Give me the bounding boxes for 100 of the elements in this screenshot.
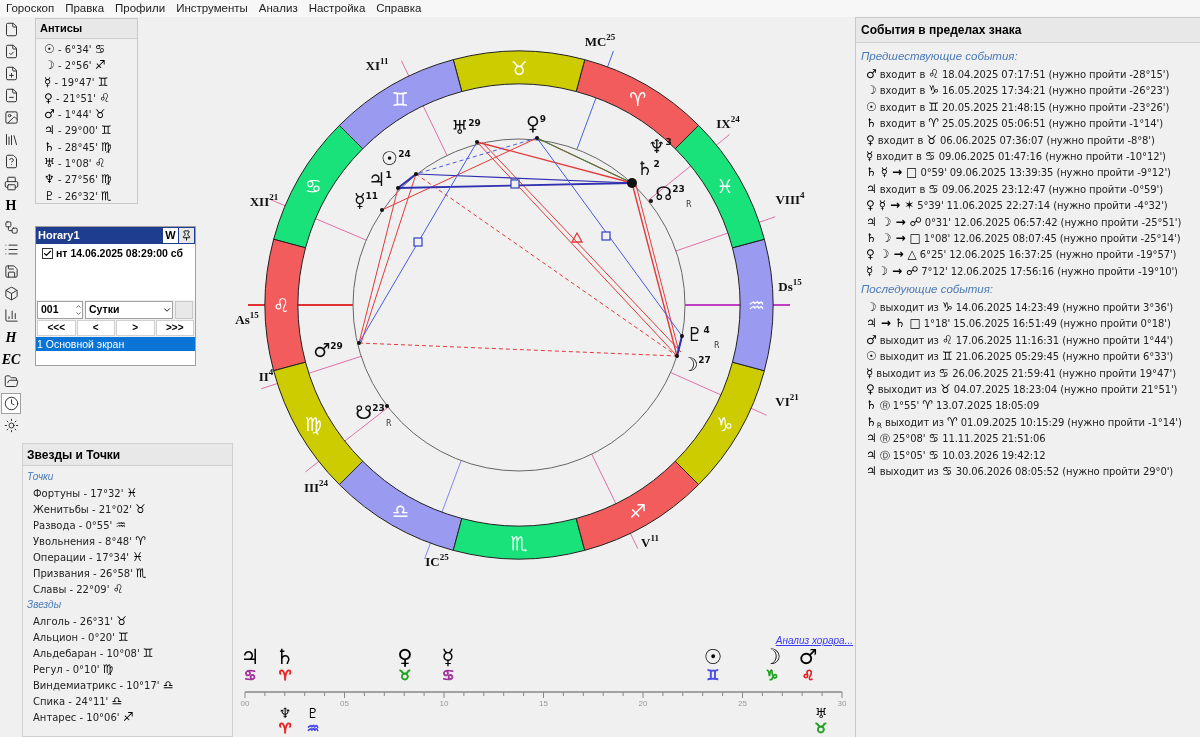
- antiscia-item: ☽ - 2°56' ♐: [44, 57, 107, 74]
- planet-label: ♆$^{3}$: [648, 135, 672, 157]
- tick-label: 05: [340, 698, 349, 710]
- zodiac-sign-glyph: ♒: [748, 294, 765, 316]
- zodiac-sign-glyph: ♓: [716, 175, 734, 198]
- sign-glyph: ♒: [306, 721, 320, 735]
- pin-button[interactable]: [179, 228, 194, 243]
- event-item: ♃ Ⓓ 15°05' ♋ 10.03.2026 19:42:12: [865, 446, 1047, 463]
- count-spinner[interactable]: 001: [37, 301, 83, 319]
- house-label: II$^{4}$: [258, 367, 274, 384]
- event-item: ♄ входит в ♈ 25.05.2025 05:06:51 (нужно пройти -1°14'): [865, 115, 1164, 132]
- planet-label: ♄$^{2}$: [636, 157, 660, 179]
- planet-glyph: ♇: [306, 706, 320, 721]
- toolbar-button[interactable]: [1, 393, 21, 414]
- antiscia-item: ♆ - 27°56' ♍: [44, 171, 113, 188]
- house-label: VI$^{21}$: [775, 392, 799, 409]
- planet-glyph: ♂: [798, 646, 818, 668]
- planet-label: ☊$^{23}$: [655, 182, 685, 204]
- planet-glyph: ☿: [441, 646, 455, 668]
- point-item: Славы - 22°09' ♌: [32, 581, 125, 597]
- file-plus-icon: [3, 66, 19, 81]
- nav-button[interactable]: <<<: [37, 320, 76, 336]
- sign-glyph: ♌: [801, 668, 815, 682]
- event-item: ♀ выходит из ♉ 04.07.2025 18:23:04 (нужно пройти 21°51'): [865, 381, 1179, 398]
- point-item: Антарес - 10°06' ♐: [32, 709, 135, 725]
- event-item: ♂ выходит из ♌ 17.06.2025 11:16:31 (нужно пройти 1°44'): [865, 331, 1175, 349]
- horary-title: Horary1: [37, 228, 81, 244]
- antiscia-item: ♀ - 21°51' ♌: [44, 89, 111, 107]
- section-heading: Точки: [27, 470, 55, 484]
- folder-icon: [3, 374, 19, 389]
- sign-glyph: ♉: [814, 721, 828, 735]
- panel-title: События в пределах знака: [856, 18, 1200, 43]
- printer-icon: [3, 176, 19, 191]
- planet-dot: [627, 178, 637, 188]
- zodiac-sign-glyph: ♐: [629, 499, 647, 522]
- nav-button[interactable]: <: [76, 320, 115, 336]
- house-label: XI$^{11}$: [365, 56, 389, 73]
- zodiac-sign-glyph: ♉: [510, 56, 528, 79]
- point-item: Спика - 24°11' ♎: [32, 693, 124, 709]
- nav-button[interactable]: >: [116, 320, 155, 336]
- w-button[interactable]: W: [163, 228, 178, 243]
- antiscia-item: ♄ - 28°45' ♍: [44, 138, 113, 156]
- point-item: Развода - 0°55' ♒: [32, 517, 128, 533]
- nav-button[interactable]: >>>: [155, 320, 194, 336]
- zodiac-sign-glyph: ♍: [304, 412, 322, 435]
- file-minus-icon: [3, 88, 19, 103]
- sign-glyph: ♉: [398, 668, 412, 682]
- house-label: As$^{15}$: [235, 310, 259, 327]
- event-item: ♄$_{R}$ выходит из ♈ 01.09.2025 10:15:29 (нужно пройти -1°14'): [865, 413, 1183, 431]
- menu-item[interactable]: Инструменты: [176, 0, 248, 18]
- sign-glyph: ♈: [278, 721, 292, 735]
- point-item: Алголь - 26°31' ♉: [32, 613, 128, 629]
- event-item: ♃ выходит из ♋ 30.06.2026 08:05:52 (нужно пройти 29°0'): [865, 463, 1175, 480]
- sign-glyph: ♑: [765, 668, 779, 682]
- event-item: ♃ Ⓡ 25°08' ♋ 11.11.2025 21:51:06: [865, 430, 1047, 447]
- menu-item[interactable]: Гороскоп: [6, 0, 55, 18]
- antiscia-item: ♃ - 29°00' ♊: [44, 122, 113, 139]
- event-item: ♂ входит в ♌ 18.04.2025 07:17:51 (нужно пройти -28°15'): [865, 66, 1171, 83]
- screen-item[interactable]: 1 Основной экран: [36, 337, 195, 351]
- section-heading: Звезды: [27, 598, 62, 612]
- toolbar-button[interactable]: H: [1, 327, 21, 348]
- panel-title: Антисы: [36, 19, 137, 39]
- point-item: Альцион - 0°20' ♊: [32, 629, 130, 645]
- toolbar-button[interactable]: EC: [1, 349, 21, 370]
- menu-item[interactable]: Настройка: [308, 0, 366, 18]
- retrograde-mark: R: [686, 200, 692, 209]
- analysis-link[interactable]: Анализ хорара...: [775, 633, 853, 648]
- menu-item[interactable]: Профили: [115, 0, 166, 18]
- entry-checkbox[interactable]: [42, 248, 53, 260]
- point-item: Фортуны - 17°32' ♓: [32, 485, 139, 501]
- planet-dot: [380, 208, 384, 212]
- event-item: ☉ выходит из ♊ 21.06.2025 05:29:45 (нужно пройти 6°33'): [865, 348, 1175, 365]
- planet-glyph: ☽: [762, 646, 782, 668]
- menu-item[interactable]: Справка: [376, 0, 422, 18]
- antiscia-item: ☿ - 19°47' ♊: [44, 73, 110, 90]
- toolbar-button[interactable]: H: [1, 195, 21, 216]
- point-item: Виндемиатрикс - 10°17' ♎: [32, 677, 175, 693]
- tick-label: 00: [240, 698, 250, 710]
- period-select[interactable]: Сутки: [85, 301, 173, 319]
- tick-label: 30: [837, 698, 847, 710]
- event-item: ♃ входит в ♋ 09.06.2025 23:12:47 (нужно пройти -0°59'): [865, 180, 1164, 198]
- house-label: Ds$^{15}$: [778, 277, 802, 294]
- planet-label: ☉$^{24}$: [381, 147, 411, 169]
- sign-glyph: ♋: [243, 668, 257, 682]
- point-item: Операции - 17°34' ♓: [32, 549, 144, 565]
- event-item: ☿ выходит из ♋ 26.06.2025 21:59:41 (нужно пройти 19°47'): [865, 364, 1177, 382]
- antiscia-item: ♅ - 1°08' ♌: [44, 155, 107, 172]
- planet-dot: [675, 354, 679, 358]
- planet-label: ♇$^{4}$: [686, 323, 710, 345]
- house-label: MC$^{25}$: [584, 32, 616, 49]
- menu-item[interactable]: Правка: [65, 0, 105, 18]
- sun-icon: [3, 418, 19, 433]
- zodiac-sign-glyph: ♊: [391, 88, 409, 111]
- down-icon: [75, 310, 82, 317]
- retrograde-mark: R: [386, 419, 392, 428]
- menu-item[interactable]: Анализ: [258, 0, 298, 18]
- horary-entry[interactable]: нт 14.06.2025 08:29:00 сб: [56, 246, 183, 262]
- section-heading: Предшествующие события:: [861, 49, 1019, 64]
- planet-label: ♀$^{9}$: [525, 112, 547, 134]
- planet-glyph: ♆: [278, 706, 292, 721]
